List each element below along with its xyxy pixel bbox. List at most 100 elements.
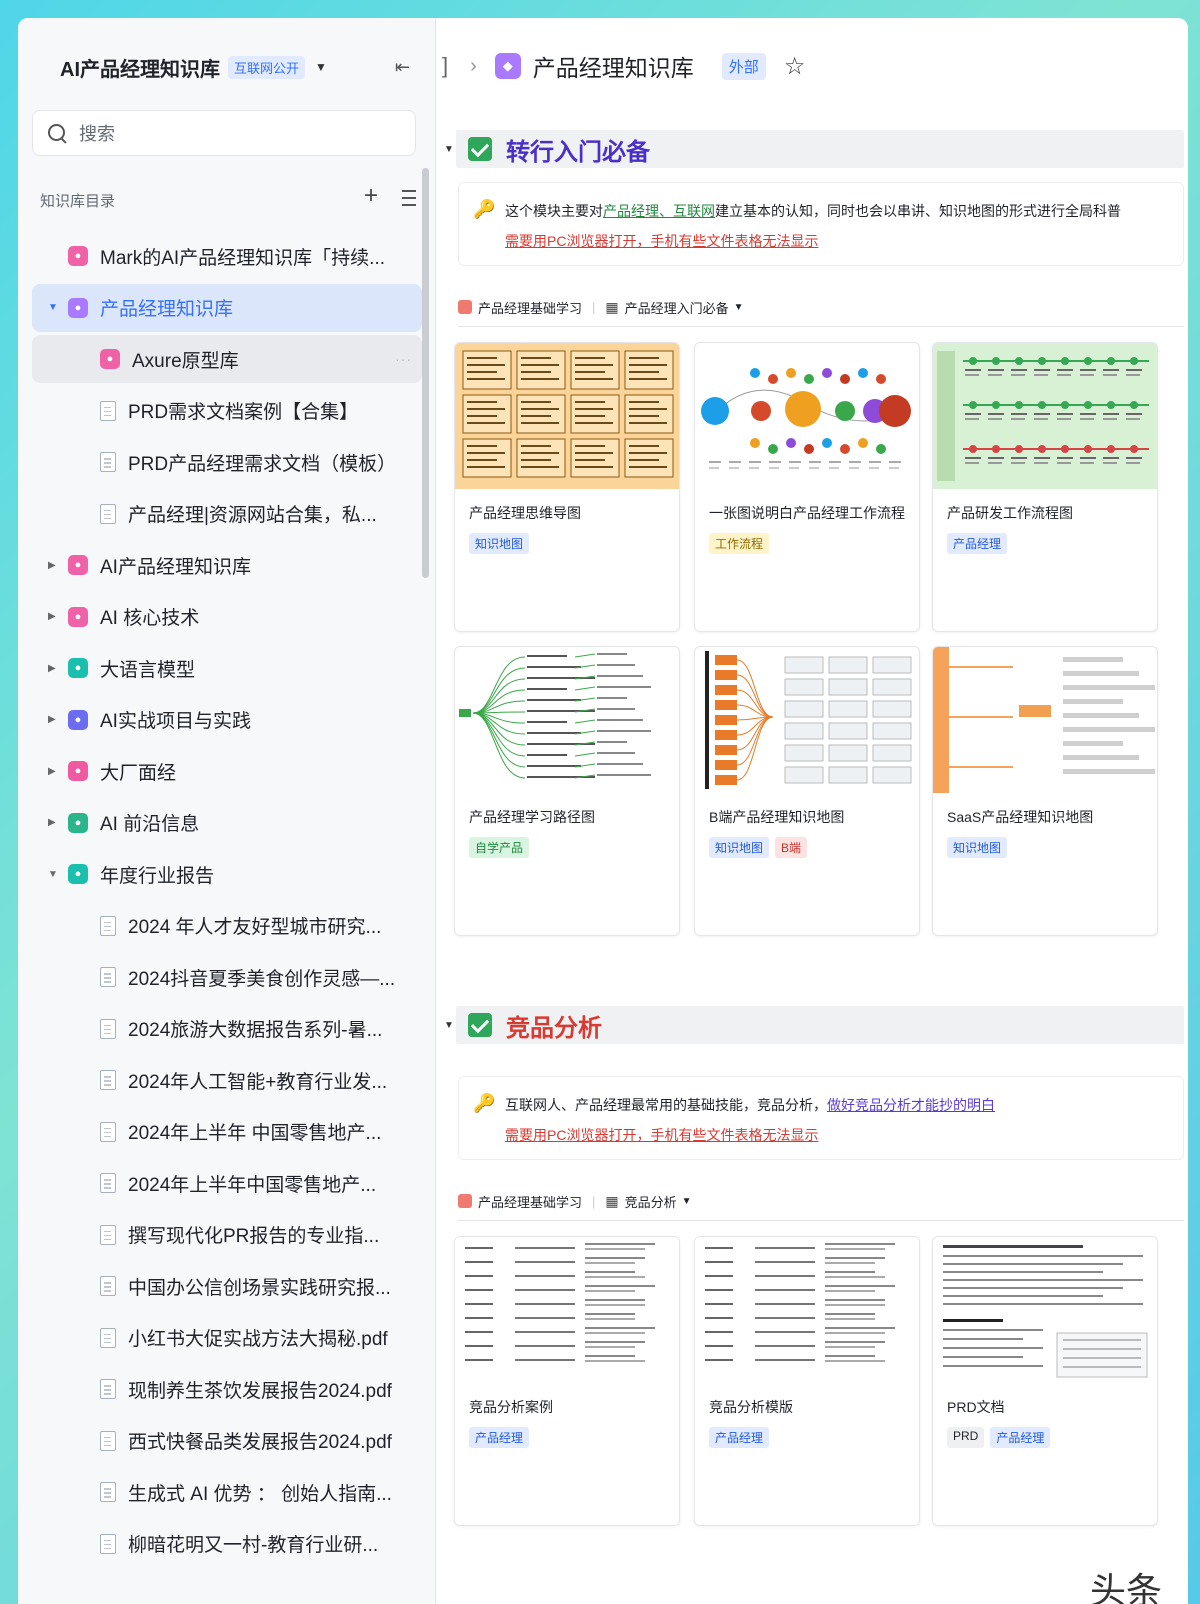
chevron-right-icon: › (470, 54, 477, 77)
gallery-card[interactable]: PRD文档 PRD 产品经理 (932, 1236, 1158, 1526)
caret-right-icon[interactable]: ▶ (48, 560, 56, 571)
tree-item[interactable]: PRD需求文档案例【合集】 (32, 387, 422, 435)
tree-item-label: Axure原型库 (132, 350, 239, 372)
tree-item[interactable]: 2024年人工智能+教育行业发... (32, 1056, 422, 1104)
wiki-title[interactable]: AI产品经理知识库 (60, 53, 220, 82)
tree-item-label: 生成式 AI 优势 ： 创始人指南... (128, 1483, 392, 1505)
tree-item[interactable]: ▼ ● 产品经理知识库 (32, 283, 422, 332)
search-box[interactable]: 搜索 (32, 110, 416, 156)
tree-item[interactable]: PRD产品经理需求文档（模板） (32, 438, 422, 486)
card-title: 产品经理思维导图 (469, 505, 581, 521)
card-tags: 知识地图 (469, 533, 530, 554)
card-tags: 知识地图 B端 (709, 837, 808, 858)
card-tags: 知识地图 (947, 837, 1008, 858)
tree-item[interactable]: ▶ ● AI 核心技术 (32, 593, 422, 641)
tree-item[interactable]: ● Axure原型库 ··· (32, 335, 422, 383)
tree-item-label: 2024年上半年中国零售地产... (128, 1174, 377, 1196)
card-thumbnail (933, 343, 1157, 489)
sidebar: AI产品经理知识库 互联网公开 ▼ ⇤ 搜索 知识库目录 + ● Mark的AI产… (18, 18, 436, 1604)
tree-item[interactable]: 2024 年人才友好型城市研究... (32, 902, 422, 950)
tree-item[interactable]: 2024年上半年 中国零售地产... (32, 1108, 422, 1156)
chevron-down-icon[interactable]: ▼ (682, 1196, 692, 1207)
gallery-card[interactable]: 产品经理思维导图 知识地图 (454, 342, 680, 632)
view-source[interactable]: 产品经理基础学习 (478, 1192, 582, 1211)
document-icon (100, 1173, 116, 1193)
section-header[interactable]: ▼ 竞品分析 (444, 1006, 1184, 1044)
space-icon: ● (68, 864, 88, 884)
card-tags: 自学产品 (469, 837, 530, 858)
tree-item-label: 中国办公信创场景实践研究报... (128, 1277, 391, 1299)
caret-down-icon[interactable]: ▼ (48, 302, 58, 313)
page-title[interactable]: 产品经理知识库 (533, 49, 694, 83)
checkbox-icon (468, 1013, 492, 1037)
document-icon (100, 1430, 116, 1451)
star-icon[interactable]: ☆ (784, 52, 806, 81)
tree-item[interactable]: 2024旅游大数据报告系列-暑... (32, 1005, 422, 1053)
tree-item[interactable]: 撰写现代化PR报告的专业指... (32, 1211, 422, 1259)
caret-down-icon[interactable]: ▼ (444, 1020, 454, 1031)
caret-down-icon[interactable]: ▼ (48, 869, 58, 880)
tree-item[interactable]: 西式快餐品类发展报告2024.pdf (32, 1417, 422, 1465)
document-icon (100, 1327, 116, 1348)
tree-item[interactable]: 现制养生茶饮发展报告2024.pdf (32, 1365, 422, 1413)
caret-right-icon[interactable]: ▶ (48, 611, 56, 622)
card-tag: B端 (775, 837, 808, 858)
tree-item[interactable]: ▶ ● AI 前沿信息 (32, 799, 422, 847)
tree-item-label: 年度行业报告 (100, 865, 215, 887)
document-icon (100, 1224, 116, 1245)
chevron-down-icon[interactable]: ▼ (734, 302, 744, 313)
key-icon: 🔑 (473, 1093, 496, 1113)
tree-item[interactable]: 柳暗花明又一村-教育行业研... (32, 1520, 422, 1568)
chevron-down-icon[interactable]: ▼ (315, 60, 327, 74)
tree-item[interactable]: 2024抖音夏季美食创作灵感—... (32, 953, 422, 1001)
list-settings-icon[interactable] (396, 188, 416, 208)
caret-right-icon[interactable]: ▶ (48, 817, 56, 828)
tree-item-label: 2024旅游大数据报告系列-暑... (128, 1020, 383, 1041)
section-header[interactable]: ▼ 转行入门必备 (444, 130, 1184, 168)
tree-item[interactable]: ● Mark的AI产品经理知识库「持续... (32, 232, 422, 280)
more-icon[interactable]: ··· (395, 351, 412, 367)
tree-item[interactable]: ▼ ● 年度行业报告 (32, 850, 422, 898)
tree-item[interactable]: 产品经理|资源网站合集，私... (32, 490, 422, 538)
gallery-card[interactable]: 竞品分析案例 产品经理 (454, 1236, 680, 1526)
tree-item[interactable]: 小红书大促实战方法大揭秘.pdf (32, 1314, 422, 1362)
callout-link[interactable]: 做好竞品分析才能抄的明白 (827, 1097, 995, 1113)
callout-warning: 需要用PC浏览器打开，手机有些文件表格无法显示 (505, 233, 819, 249)
card-tag: 工作流程 (709, 533, 770, 554)
tree-item[interactable]: 2024年上半年中国零售地产... (32, 1159, 422, 1207)
view-name[interactable]: 产品经理入门必备 (625, 298, 729, 317)
view-name[interactable]: 竞品分析 (625, 1192, 677, 1211)
tree-item[interactable]: ▶ ● AI产品经理知识库 (32, 541, 422, 589)
view-bar: 产品经理基础学习 | ▦ 产品经理入门必备 ▼ (458, 296, 744, 318)
tree-item[interactable]: 中国办公信创场景实践研究报... (32, 1262, 422, 1310)
caret-down-icon[interactable]: ▼ (444, 144, 454, 155)
sidebar-scrollbar[interactable] (422, 168, 429, 578)
caret-right-icon[interactable]: ▶ (48, 766, 56, 777)
gallery-card[interactable]: SaaS产品经理知识地图 知识地图 (932, 646, 1158, 936)
tree-item[interactable]: ▶ ● 大厂面经 (32, 747, 422, 795)
document-icon (100, 452, 116, 472)
tree-item[interactable]: ▶ ● 大语言模型 (32, 644, 422, 692)
gallery-card[interactable]: 竞品分析模版 产品经理 (694, 1236, 920, 1526)
plus-icon[interactable]: + (364, 182, 378, 210)
gallery-card[interactable]: 产品经理学习路径图 自学产品 (454, 646, 680, 936)
tree-item-label: 撰写现代化PR报告的专业指... (128, 1226, 380, 1247)
gallery-card[interactable]: 一张图说明白产品经理工作流程 工作流程 (694, 342, 920, 632)
tree-item[interactable]: ▶ ● AI实战项目与实践 (32, 696, 422, 744)
gallery-card[interactable]: 产品研发工作流程图 产品经理 (932, 342, 1158, 632)
document-icon (100, 1276, 116, 1296)
tree-item-label: AI实战项目与实践 (100, 711, 251, 732)
document-icon (100, 1121, 116, 1142)
collapse-sidebar-icon[interactable]: ⇤ (395, 57, 410, 78)
breadcrumb-edge-icon[interactable]: ] (442, 53, 448, 79)
caret-right-icon[interactable]: ▶ (48, 714, 56, 725)
tree-item-label: 2024 年人才友好型城市研究... (128, 917, 382, 938)
view-source[interactable]: 产品经理基础学习 (478, 298, 582, 317)
gallery-card[interactable]: B端产品经理知识地图 知识地图 B端 (694, 646, 920, 936)
callout-link[interactable]: 产品经理、互联网 (603, 203, 715, 219)
tree-item[interactable]: 生成式 AI 优势 ： 创始人指南... (32, 1468, 422, 1516)
caret-right-icon[interactable]: ▶ (48, 663, 56, 674)
callout-box: 🔑 互联网人、产品经理最常用的基础技能，竞品分析，做好竞品分析才能抄的明白 需要… (458, 1076, 1184, 1160)
tree-item-label: AI 前沿信息 (100, 814, 200, 835)
card-thumbnail (695, 343, 919, 489)
